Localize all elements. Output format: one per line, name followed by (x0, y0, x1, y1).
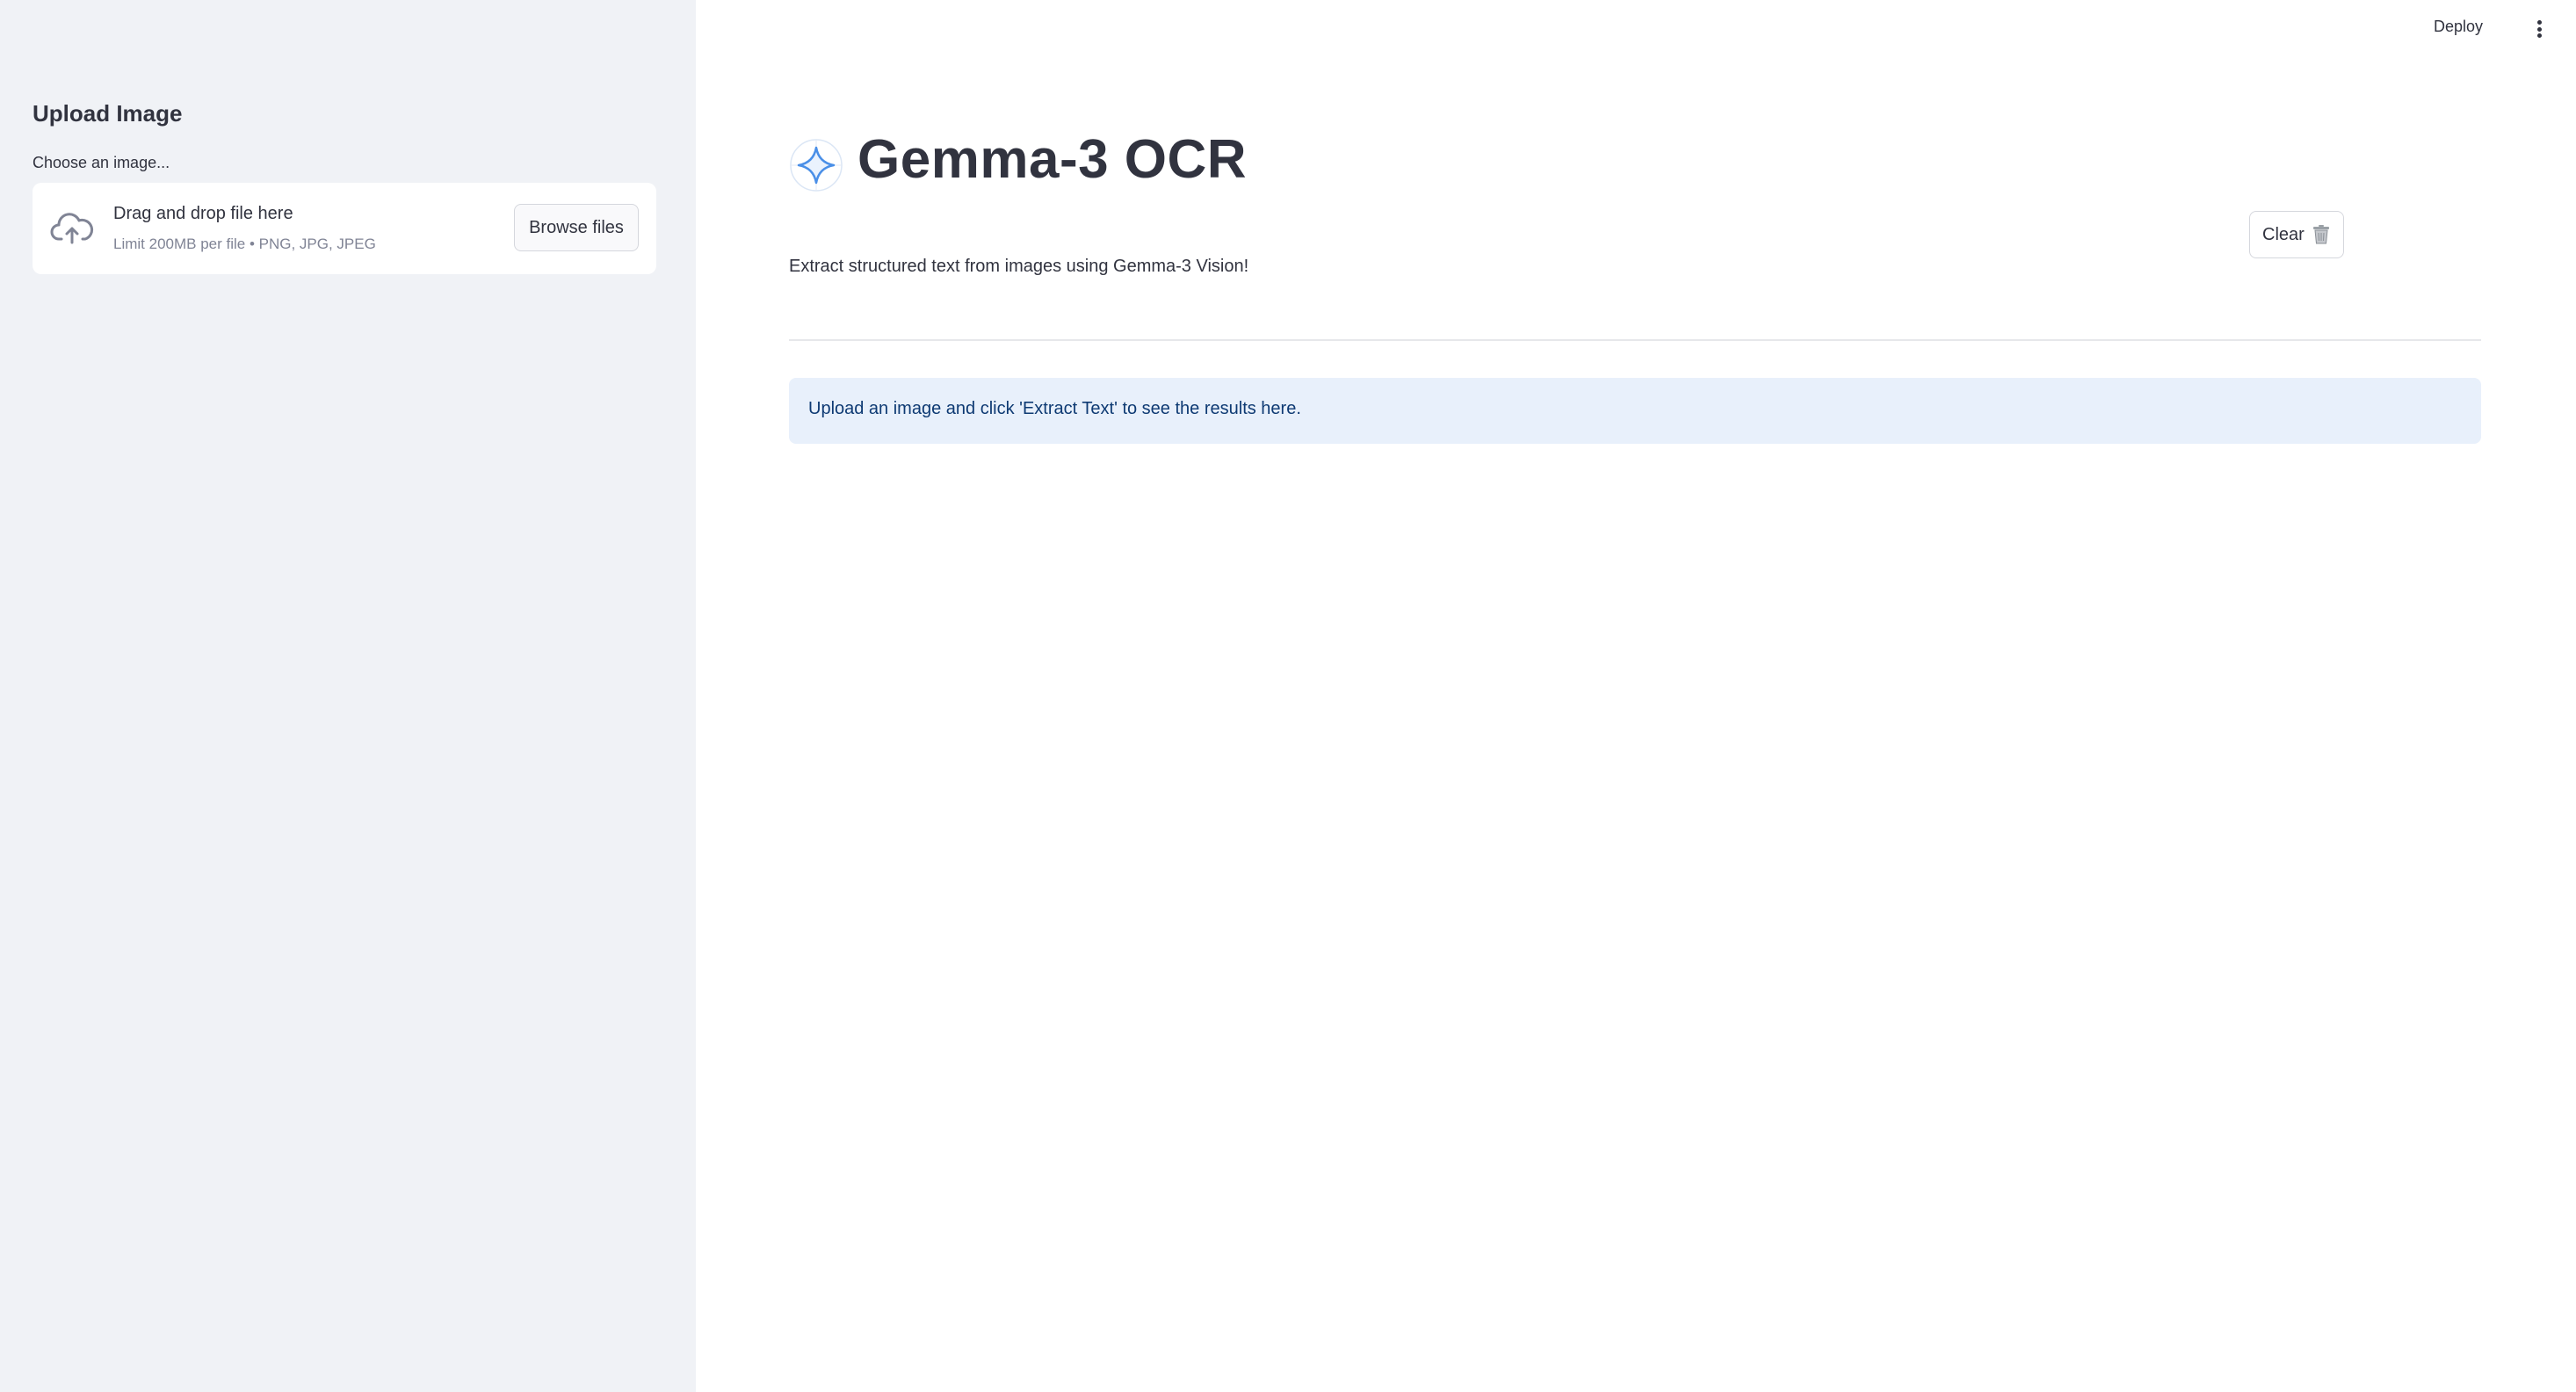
kebab-dot (2536, 33, 2542, 38)
clear-button-label: Clear (2262, 224, 2305, 244)
info-alert-text: Upload an image and click 'Extract Text'… (808, 399, 1301, 418)
cloud-upload-icon (50, 213, 94, 244)
kebab-dot (2536, 20, 2542, 25)
page-title: Gemma-3 OCR (857, 129, 1248, 190)
file-dropzone[interactable]: Drag and drop file here Limit 200MB per … (33, 183, 656, 274)
divider (789, 339, 2481, 341)
dropzone-limit-text: Limit 200MB per file • PNG, JPG, JPEG (113, 236, 376, 252)
browse-files-button[interactable]: Browse files (514, 204, 639, 251)
uploader-label: Choose an image... (33, 154, 170, 171)
sidebar-title: Upload Image (33, 100, 183, 127)
sidebar: Upload Image Choose an image... Drag and… (0, 0, 696, 1392)
deploy-button[interactable]: Deploy (2434, 18, 2483, 36)
info-alert: Upload an image and click 'Extract Text'… (789, 378, 2481, 444)
dropzone-title: Drag and drop file here (113, 204, 293, 223)
clear-button[interactable]: Clear (2249, 211, 2344, 258)
page-subtitle: Extract structured text from images usin… (789, 257, 1249, 276)
kebab-menu-icon[interactable] (2530, 18, 2548, 40)
app: Upload Image Choose an image... Drag and… (0, 0, 2576, 1392)
kebab-dot (2536, 26, 2542, 32)
trash-icon (2312, 225, 2329, 244)
sparkle-logo-icon (790, 139, 843, 192)
